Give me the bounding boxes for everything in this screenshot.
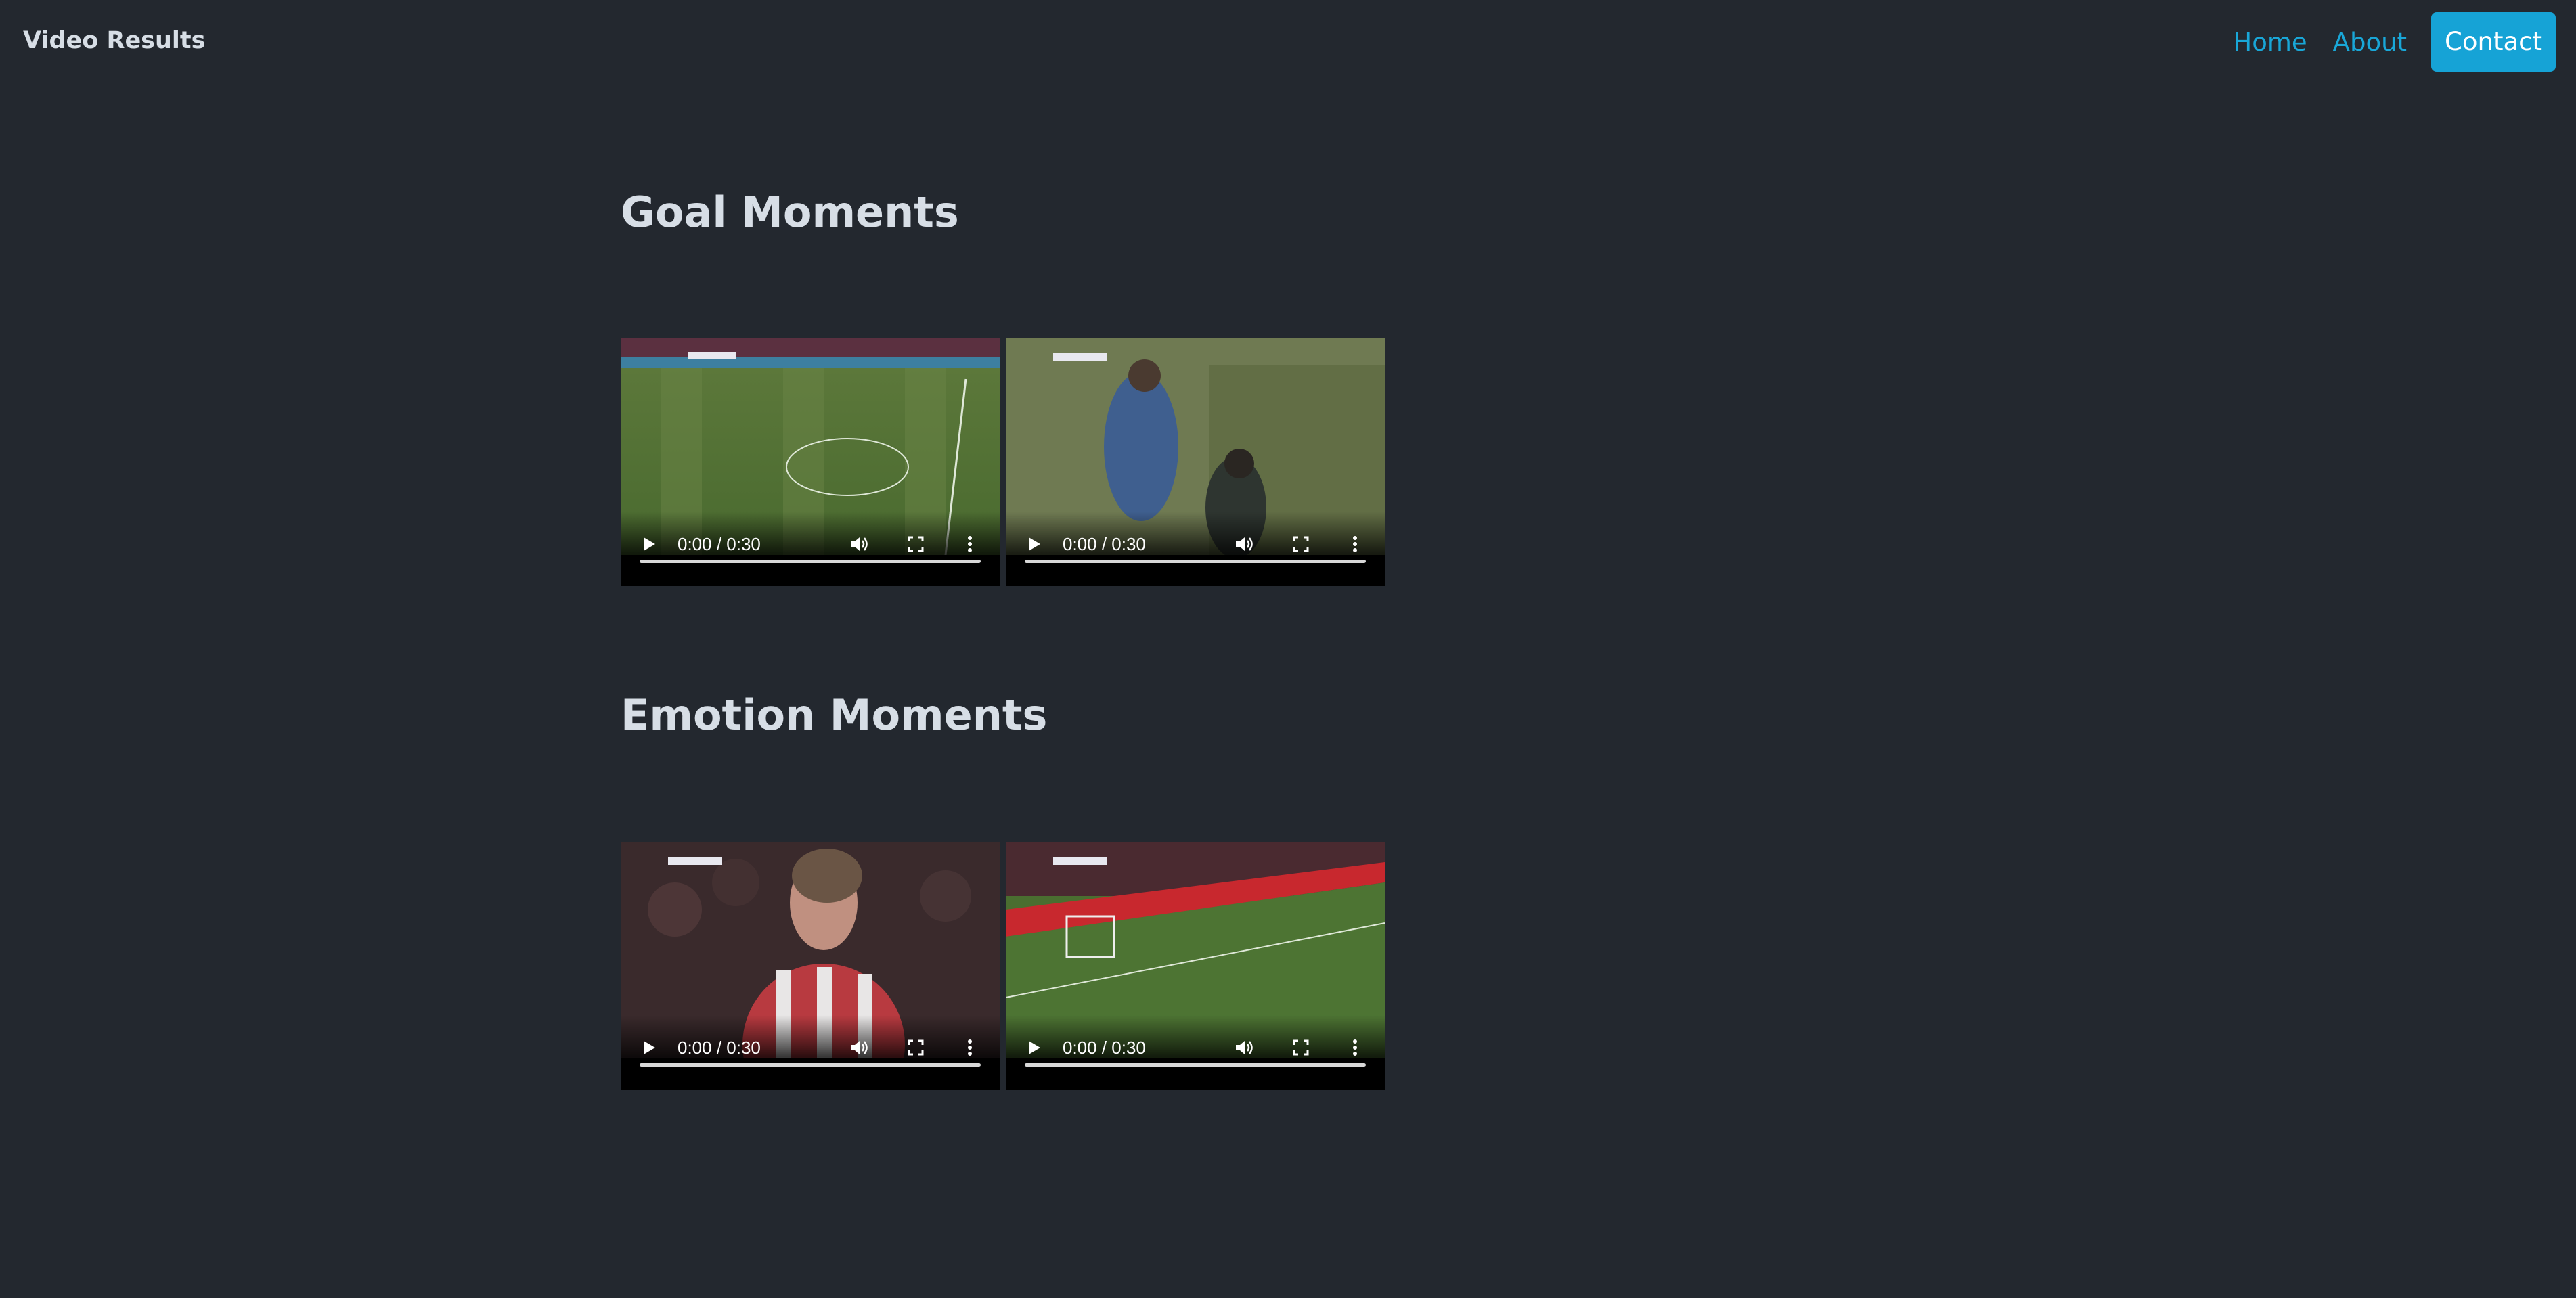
fullscreen-icon <box>908 536 924 552</box>
contact-button[interactable]: Contact <box>2431 12 2556 72</box>
mute-button[interactable] <box>844 529 874 559</box>
video-player[interactable]: 0:00 / 0:30 <box>621 338 1000 586</box>
more-options-button[interactable] <box>956 529 983 559</box>
play-button[interactable] <box>636 529 663 559</box>
volume-icon <box>1236 537 1253 551</box>
fullscreen-icon <box>1293 1039 1309 1056</box>
mute-button[interactable] <box>1229 1033 1259 1062</box>
volume-icon <box>851 1041 868 1054</box>
video-player[interactable]: 0:00 / 0:30 <box>1006 338 1385 586</box>
play-icon <box>644 1041 655 1054</box>
video-controls: 0:00 / 0:30 <box>621 1029 1000 1067</box>
more-options-icon <box>1353 1039 1357 1056</box>
progress-bar[interactable] <box>1025 1063 1366 1067</box>
more-options-button[interactable] <box>1341 529 1369 559</box>
play-button[interactable] <box>1021 529 1048 559</box>
mute-button[interactable] <box>844 1033 874 1062</box>
video-controls: 0:00 / 0:30 <box>1006 1029 1385 1067</box>
emotion-videos-row: 0:00 / 0:30 0:00 / 0:30 <box>621 842 1385 1090</box>
brand-title[interactable]: Video Results <box>23 27 206 54</box>
play-icon <box>1029 537 1040 551</box>
section-title-emotion-moments: Emotion Moments <box>621 690 1048 740</box>
volume-icon <box>1236 1041 1253 1054</box>
play-icon <box>1029 1041 1040 1054</box>
more-options-icon <box>1353 536 1357 552</box>
fullscreen-button[interactable] <box>1286 1033 1316 1062</box>
play-button[interactable] <box>636 1033 663 1062</box>
time-display: 0:00 / 0:30 <box>678 534 761 554</box>
goal-videos-row: 0:00 / 0:30 0:00 / 0:30 <box>621 338 1385 586</box>
play-icon <box>644 537 655 551</box>
play-button[interactable] <box>1021 1033 1048 1062</box>
fullscreen-icon <box>1293 536 1309 552</box>
progress-bar[interactable] <box>640 560 981 563</box>
navbar: Video Results Home About Contact <box>0 0 2576 84</box>
progress-bar[interactable] <box>640 1063 981 1067</box>
video-player[interactable]: 0:00 / 0:30 <box>621 842 1000 1090</box>
more-options-icon <box>968 536 972 552</box>
video-player[interactable]: 0:00 / 0:30 <box>1006 842 1385 1090</box>
time-display: 0:00 / 0:30 <box>678 1037 761 1058</box>
time-display: 0:00 / 0:30 <box>1063 1037 1146 1058</box>
video-controls: 0:00 / 0:30 <box>1006 525 1385 563</box>
nav-links: Home About Contact <box>2207 12 2556 72</box>
mute-button[interactable] <box>1229 529 1259 559</box>
more-options-icon <box>968 1039 972 1056</box>
fullscreen-button[interactable] <box>901 1033 931 1062</box>
volume-icon <box>851 537 868 551</box>
nav-link-about[interactable]: About <box>2333 28 2407 57</box>
more-options-button[interactable] <box>956 1033 983 1062</box>
fullscreen-button[interactable] <box>901 529 931 559</box>
fullscreen-button[interactable] <box>1286 529 1316 559</box>
section-title-goal-moments: Goal Moments <box>621 187 959 237</box>
fullscreen-icon <box>908 1039 924 1056</box>
nav-link-home[interactable]: Home <box>2233 28 2307 57</box>
more-options-button[interactable] <box>1341 1033 1369 1062</box>
video-controls: 0:00 / 0:30 <box>621 525 1000 563</box>
progress-bar[interactable] <box>1025 560 1366 563</box>
time-display: 0:00 / 0:30 <box>1063 534 1146 554</box>
